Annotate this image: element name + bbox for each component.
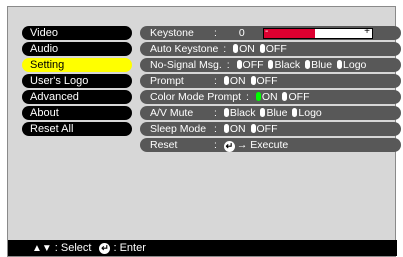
- separator: :: [223, 43, 227, 55]
- menu-item-setting[interactable]: Setting: [22, 58, 132, 72]
- separator: :: [214, 123, 217, 135]
- separator: :: [214, 139, 217, 151]
- menu-item-advanced[interactable]: Advanced: [22, 90, 132, 104]
- option-dot-icon[interactable]: [250, 76, 256, 85]
- separator: :: [214, 107, 217, 119]
- option-dot-icon[interactable]: [223, 124, 229, 133]
- no-signal-black[interactable]: Black: [274, 59, 300, 71]
- menu-item-users-logo[interactable]: User's Logo: [22, 74, 132, 88]
- enter-icon: ↵: [223, 141, 235, 152]
- color-mode-prompt-label: Color Mode Prompt: [150, 91, 242, 103]
- option-dot-icon[interactable]: [223, 108, 229, 117]
- projector-menu-screen: Video Audio Setting User's Logo Advanced…: [7, 6, 401, 257]
- menu-item-about[interactable]: About: [22, 106, 132, 120]
- slider-minus-icon: -: [265, 26, 269, 37]
- color-mode-prompt-row[interactable]: Color Mode Prompt : ON OFF: [140, 90, 401, 104]
- keystone-slider-fill: [264, 29, 315, 38]
- arrow-right-icon: →: [236, 139, 248, 151]
- av-mute-blue[interactable]: Blue: [266, 107, 287, 119]
- prompt-on[interactable]: ON: [230, 75, 246, 87]
- color-mode-prompt-off[interactable]: OFF: [288, 91, 309, 103]
- option-dot-icon[interactable]: [260, 108, 266, 117]
- option-dot-icon[interactable]: [236, 60, 242, 69]
- menu-item-reset-all[interactable]: Reset All: [22, 122, 132, 136]
- option-dot-icon[interactable]: [259, 44, 265, 53]
- keystone-slider[interactable]: - +: [263, 26, 373, 39]
- footer-select-label: : Select: [54, 242, 92, 254]
- sleep-mode-label: Sleep Mode: [150, 123, 207, 135]
- no-signal-label: No-Signal Msg.: [150, 59, 222, 71]
- option-dot-icon[interactable]: [337, 60, 343, 69]
- up-down-arrow-icon: ▲▼: [32, 242, 52, 254]
- footer-bar: ▲▼ : Select ↵ : Enter: [8, 240, 397, 256]
- auto-keystone-label: Auto Keystone: [150, 43, 219, 55]
- av-mute-logo[interactable]: Logo: [298, 107, 321, 119]
- sleep-mode-on[interactable]: ON: [230, 123, 246, 135]
- no-signal-blue[interactable]: Blue: [311, 59, 332, 71]
- enter-icon: ↵: [99, 242, 111, 254]
- option-dot-icon[interactable]: [282, 92, 288, 101]
- reset-row[interactable]: Reset: ↵ → Execute: [140, 138, 401, 152]
- menu-item-label: About: [30, 107, 59, 119]
- no-signal-off[interactable]: OFF: [243, 59, 264, 71]
- keystone-value: 0: [238, 27, 245, 39]
- keystone-label: Keystone: [150, 27, 194, 39]
- option-dot-icon[interactable]: [292, 108, 298, 117]
- menu-item-label: Reset All: [30, 123, 74, 135]
- prompt-off[interactable]: OFF: [257, 75, 278, 87]
- slider-plus-icon: +: [364, 26, 370, 37]
- sleep-mode-row[interactable]: Sleep Mode: ON OFF: [140, 122, 401, 136]
- separator: :: [214, 27, 217, 39]
- sleep-mode-off[interactable]: OFF: [257, 123, 278, 135]
- footer-enter-label: : Enter: [113, 242, 146, 254]
- auto-keystone-on[interactable]: ON: [239, 43, 255, 55]
- menu-item-label: User's Logo: [30, 75, 89, 87]
- av-mute-black[interactable]: Black: [230, 107, 256, 119]
- auto-keystone-row[interactable]: Auto Keystone : ON OFF: [140, 42, 401, 56]
- separator: :: [245, 91, 249, 103]
- menu-item-video[interactable]: Video: [22, 26, 132, 40]
- option-dot-icon[interactable]: [250, 124, 256, 133]
- option-dot-icon[interactable]: [268, 60, 274, 69]
- option-dot-icon[interactable]: [223, 76, 229, 85]
- separator: :: [214, 75, 217, 87]
- separator: :: [226, 59, 230, 71]
- reset-execute[interactable]: Execute: [250, 139, 288, 151]
- av-mute-label: A/V Mute: [150, 107, 194, 119]
- option-dot-icon[interactable]: [305, 60, 311, 69]
- color-mode-prompt-on[interactable]: ON: [262, 91, 278, 103]
- option-dot-icon[interactable]: [233, 44, 239, 53]
- no-signal-row[interactable]: No-Signal Msg. : OFF Black Blue Logo: [140, 58, 401, 72]
- prompt-row[interactable]: Prompt: ON OFF: [140, 74, 401, 88]
- menu-item-label: Video: [30, 27, 58, 39]
- prompt-label: Prompt: [150, 75, 184, 87]
- reset-label: Reset: [150, 139, 178, 151]
- no-signal-logo[interactable]: Logo: [343, 59, 366, 71]
- menu-item-audio[interactable]: Audio: [22, 42, 132, 56]
- menu-item-label: Audio: [30, 43, 59, 55]
- menu-item-label: Advanced: [30, 91, 79, 103]
- av-mute-row[interactable]: A/V Mute: Black Blue Logo: [140, 106, 401, 120]
- menu-item-label: Setting: [30, 59, 65, 71]
- option-dot-icon[interactable]: [255, 92, 261, 101]
- auto-keystone-off[interactable]: OFF: [266, 43, 287, 55]
